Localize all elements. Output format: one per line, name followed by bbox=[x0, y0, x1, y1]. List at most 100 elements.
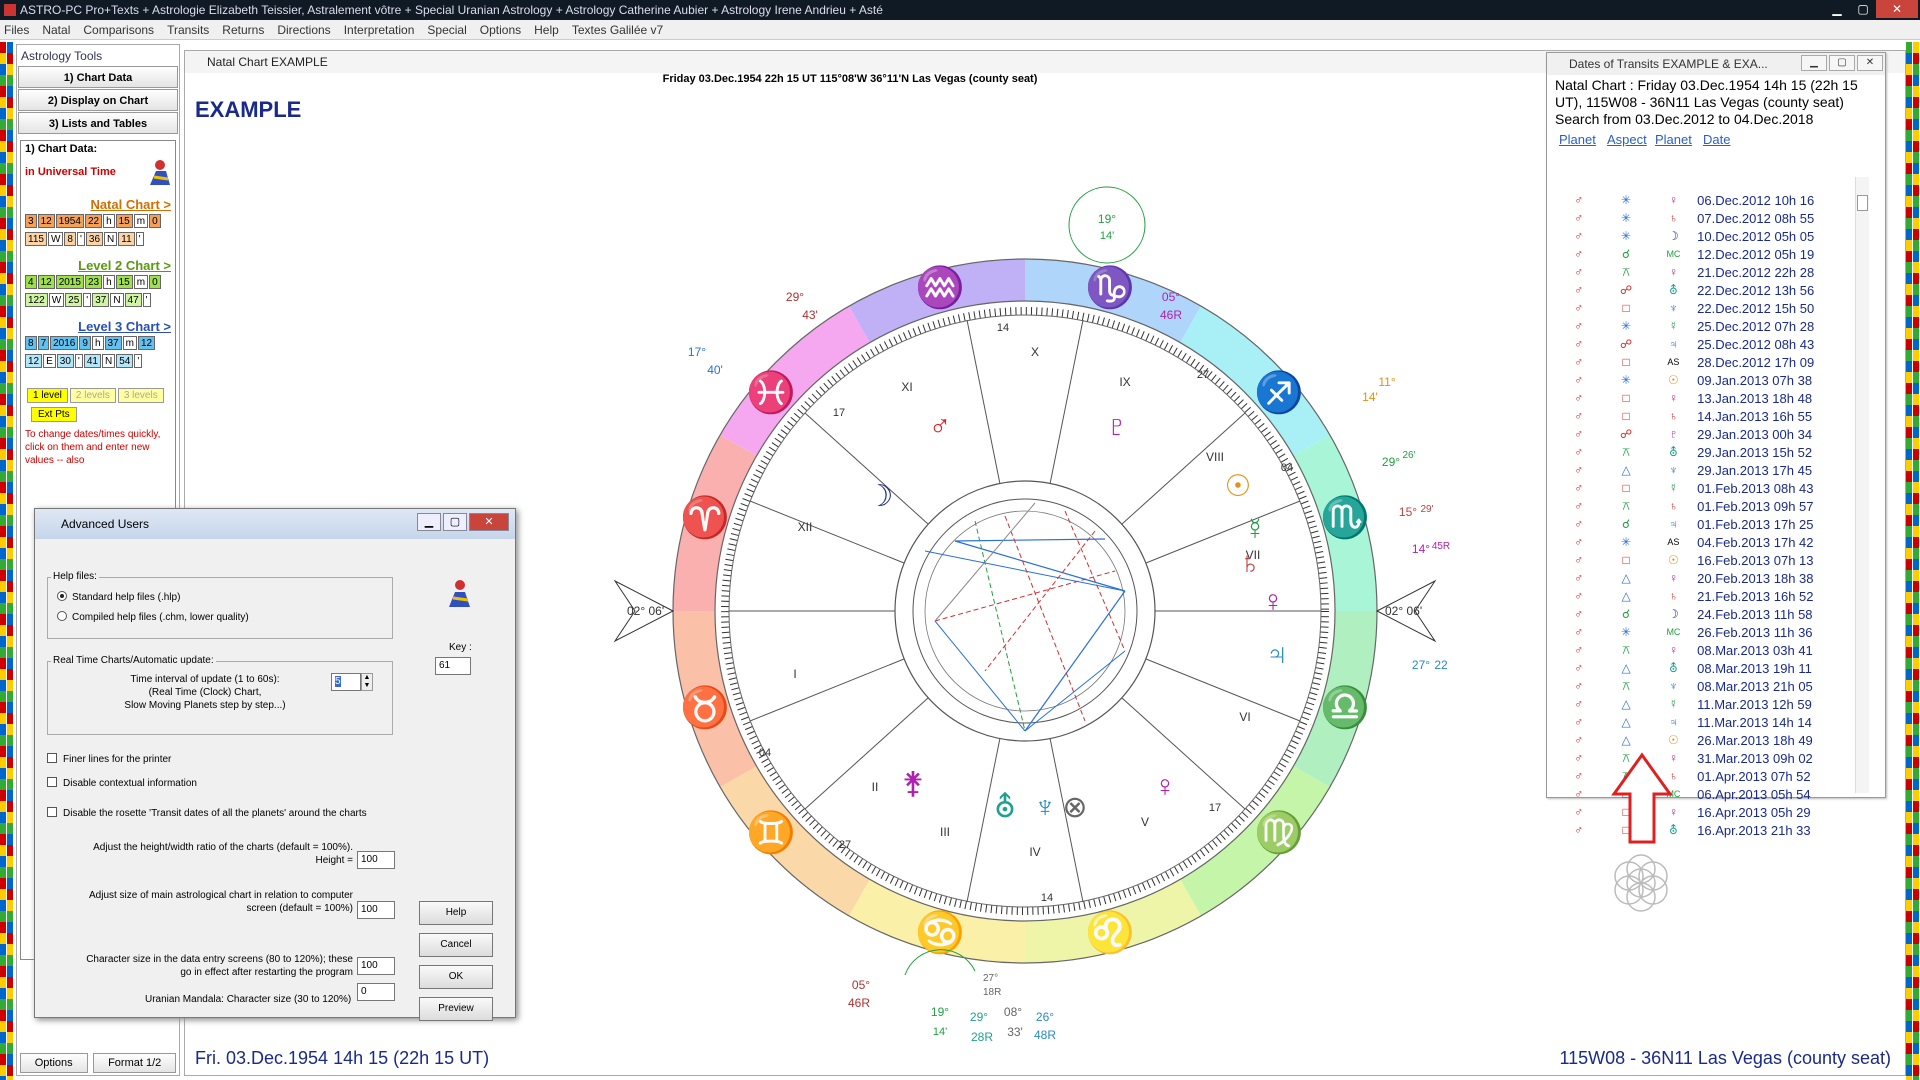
astro-wheel[interactable]: 02° 06' 02° 06' ♈ ♓ ♒ ♑ ♐ ♏ ♎ ♍ ♌ ♋ ♊ ♉ … bbox=[565, 156, 1525, 1056]
saturn-icon[interactable]: ♄ bbox=[1239, 547, 1262, 580]
l3_date-field[interactable]: 37 bbox=[104, 336, 122, 350]
mars-icon[interactable]: ♂ bbox=[929, 410, 952, 443]
radio-compiled-help-dot[interactable] bbox=[57, 611, 67, 621]
transit-row[interactable]: ♂ △ ☉ 26.Mar.2013 18h 49 bbox=[1555, 731, 1855, 749]
transit-row[interactable]: ♂ △ ☿ 11.Mar.2013 12h 59 bbox=[1555, 695, 1855, 713]
transit-row[interactable]: ♂ □ ♀ 13.Jan.2013 18h 48 bbox=[1555, 389, 1855, 407]
level2-chart-link[interactable]: Level 2 Chart > bbox=[21, 258, 175, 273]
column-planet[interactable]: Planet bbox=[1559, 132, 1607, 147]
lists-and-tables-button[interactable]: 3) Lists and Tables bbox=[18, 112, 178, 134]
minimize-icon[interactable]: ▁ bbox=[1824, 0, 1850, 18]
transit-row[interactable]: ♂ △ ♃ 11.Mar.2013 14h 14 bbox=[1555, 713, 1855, 731]
venus-2-icon[interactable]: ♀ bbox=[1154, 770, 1177, 803]
char-size-input[interactable]: 100 bbox=[357, 957, 395, 975]
natal_date-field[interactable]: 1954 bbox=[55, 214, 84, 228]
natal_date-field[interactable]: 22 bbox=[84, 214, 103, 228]
transit-row[interactable]: ♂ ☌ MC 12.Dec.2012 05h 19 bbox=[1555, 245, 1855, 263]
transit-row[interactable]: ♂ ⚻ ♀ 08.Mar.2013 03h 41 bbox=[1555, 641, 1855, 659]
transit-row[interactable]: ♂ ☍ ⛢ 22.Dec.2012 13h 56 bbox=[1555, 281, 1855, 299]
finer-lines-option[interactable]: Finer lines for the printer bbox=[47, 753, 171, 766]
transit-row[interactable]: ♂ ⚻ ♀ 31.Mar.2013 09h 02 bbox=[1555, 749, 1855, 767]
dialog-minimize-icon[interactable]: ▁ bbox=[417, 513, 441, 531]
natal_loc-field[interactable]: 115 bbox=[25, 232, 47, 246]
transit-row[interactable]: ♂ □ ☉ 16.Feb.2013 07h 13 bbox=[1555, 551, 1855, 569]
radio-standard-help[interactable]: Standard help files (.hlp) bbox=[57, 591, 180, 604]
transit-row[interactable]: ♂ □ ♆ 22.Dec.2012 15h 50 bbox=[1555, 299, 1855, 317]
natal_date-field[interactable]: 3 bbox=[25, 214, 37, 228]
interval-spinner[interactable]: ▲ ▼ bbox=[361, 673, 373, 691]
transit-row[interactable]: ♂ ☍ ♇ 29.Jan.2013 00h 34 bbox=[1555, 425, 1855, 443]
dialog-maximize-icon[interactable]: ▢ bbox=[443, 513, 467, 531]
level3-chart-link[interactable]: Level 3 Chart > bbox=[21, 319, 175, 334]
l2_loc-field[interactable]: 47 bbox=[124, 293, 142, 307]
transit-row[interactable]: ♂ □ ☿ 01.Feb.2013 08h 43 bbox=[1555, 479, 1855, 497]
transit-row[interactable]: ♂ ☌ ☽ 24.Feb.2013 11h 58 bbox=[1555, 605, 1855, 623]
natal_date-field[interactable]: 0 bbox=[149, 214, 161, 228]
menu-item-comparisons[interactable]: Comparisons bbox=[83, 23, 154, 37]
part-of-fortune-icon[interactable]: ⊗ bbox=[1062, 791, 1087, 824]
options-button[interactable]: Options bbox=[19, 1053, 88, 1073]
transits-scrollbar[interactable] bbox=[1855, 177, 1869, 793]
l2_loc-field[interactable]: 37 bbox=[92, 293, 110, 307]
transit-row[interactable]: ♂ □ ♄ 14.Jan.2013 16h 55 bbox=[1555, 407, 1855, 425]
disable-context-checkbox[interactable] bbox=[47, 777, 57, 787]
jupiter-icon[interactable]: ♃ bbox=[1266, 638, 1289, 671]
transit-row[interactable]: ♂ ✳ AS 04.Feb.2013 17h 42 bbox=[1555, 533, 1855, 551]
menu-item-help[interactable]: Help bbox=[534, 23, 559, 37]
transit-row[interactable]: ♂ ✳ ♀ 06.Dec.2012 10h 16 bbox=[1555, 191, 1855, 209]
disable-rosette-checkbox[interactable] bbox=[47, 807, 57, 817]
finer-lines-checkbox[interactable] bbox=[47, 753, 57, 763]
uranus-icon[interactable]: ⛢ bbox=[994, 791, 1016, 824]
l2_date-field[interactable]: 4 bbox=[25, 275, 37, 289]
l3_date-field[interactable]: 9 bbox=[79, 336, 91, 350]
natal_loc-field[interactable]: 36 bbox=[85, 232, 104, 246]
column-planet-2[interactable]: Planet bbox=[1655, 132, 1703, 147]
transit-row[interactable]: ♂ ✳ MC 26.Feb.2013 11h 36 bbox=[1555, 623, 1855, 641]
cancel-button[interactable]: Cancel bbox=[419, 933, 493, 957]
transit-row[interactable]: ♂ △ ♆ 29.Jan.2013 17h 45 bbox=[1555, 461, 1855, 479]
scroll-thumb[interactable] bbox=[1857, 195, 1868, 211]
l3_date-field[interactable]: 7 bbox=[37, 336, 50, 350]
transit-row[interactable]: ♂ ⚻ ♄ 01.Feb.2013 09h 57 bbox=[1555, 497, 1855, 515]
format-button[interactable]: Format 1/2 bbox=[93, 1053, 177, 1073]
l2_date-field[interactable]: 0 bbox=[149, 275, 161, 289]
ratio-input[interactable]: 100 bbox=[357, 851, 395, 869]
l2_date-field[interactable]: 12 bbox=[37, 275, 55, 289]
menu-item-interpretation[interactable]: Interpretation bbox=[344, 23, 415, 37]
menu-item-textes-galil-e-v7[interactable]: Textes Galilée v7 bbox=[572, 23, 663, 37]
mercury-icon[interactable]: ☿ bbox=[1244, 513, 1267, 546]
natal_date-field[interactable]: 15 bbox=[115, 214, 133, 228]
l3_date-field[interactable]: 12 bbox=[137, 336, 156, 350]
mandala-input[interactable]: 0 bbox=[357, 983, 395, 1001]
disable-context-option[interactable]: Disable contextual information bbox=[47, 777, 197, 790]
ok-button[interactable]: OK bbox=[419, 965, 493, 989]
menu-item-options[interactable]: Options bbox=[480, 23, 521, 37]
size-input[interactable]: 100 bbox=[357, 901, 395, 919]
neptune-icon[interactable]: ♆ bbox=[1034, 791, 1057, 824]
menu-item-directions[interactable]: Directions bbox=[277, 23, 330, 37]
l2_date-field[interactable]: 15 bbox=[115, 275, 133, 289]
transit-row[interactable]: ♂ □ ⛢ 16.Apr.2013 21h 33 bbox=[1555, 821, 1855, 839]
preview-button[interactable]: Preview bbox=[419, 997, 493, 1021]
sun-icon[interactable]: ☉ bbox=[1225, 470, 1252, 503]
ext-pts-button[interactable]: Ext Pts bbox=[31, 407, 77, 422]
l2_date-field[interactable]: 23 bbox=[84, 275, 103, 289]
menu-item-natal[interactable]: Natal bbox=[42, 23, 70, 37]
display-on-chart-button[interactable]: 2) Display on Chart bbox=[18, 89, 178, 111]
l3_loc-field[interactable]: 12 bbox=[25, 354, 43, 368]
transit-row[interactable]: ♂ ⚻ ♀ 21.Dec.2012 22h 28 bbox=[1555, 263, 1855, 281]
l3_date-field[interactable]: 8 bbox=[25, 336, 37, 350]
maximize-icon[interactable]: ▢ bbox=[1850, 0, 1876, 18]
natal-chart-link[interactable]: Natal Chart > bbox=[21, 197, 175, 212]
menu-item-returns[interactable]: Returns bbox=[222, 23, 264, 37]
transit-row[interactable]: ♂ ⚻ ♆ 08.Mar.2013 21h 05 bbox=[1555, 677, 1855, 695]
radio-standard-help-dot[interactable] bbox=[57, 591, 67, 601]
transits-close-icon[interactable]: ✕ bbox=[1857, 55, 1883, 71]
transit-row[interactable]: ♂ ✳ ☽ 10.Dec.2012 05h 05 bbox=[1555, 227, 1855, 245]
close-icon[interactable]: ✕ bbox=[1876, 0, 1918, 18]
help-button[interactable]: Help bbox=[419, 901, 493, 925]
transit-row[interactable]: ♂ ✳ ☉ 09.Jan.2013 07h 38 bbox=[1555, 371, 1855, 389]
transits-minimize-icon[interactable]: ▁ bbox=[1801, 55, 1827, 71]
transits-maximize-icon[interactable]: ▢ bbox=[1829, 55, 1855, 71]
natal_loc-field[interactable]: 11 bbox=[118, 232, 135, 246]
